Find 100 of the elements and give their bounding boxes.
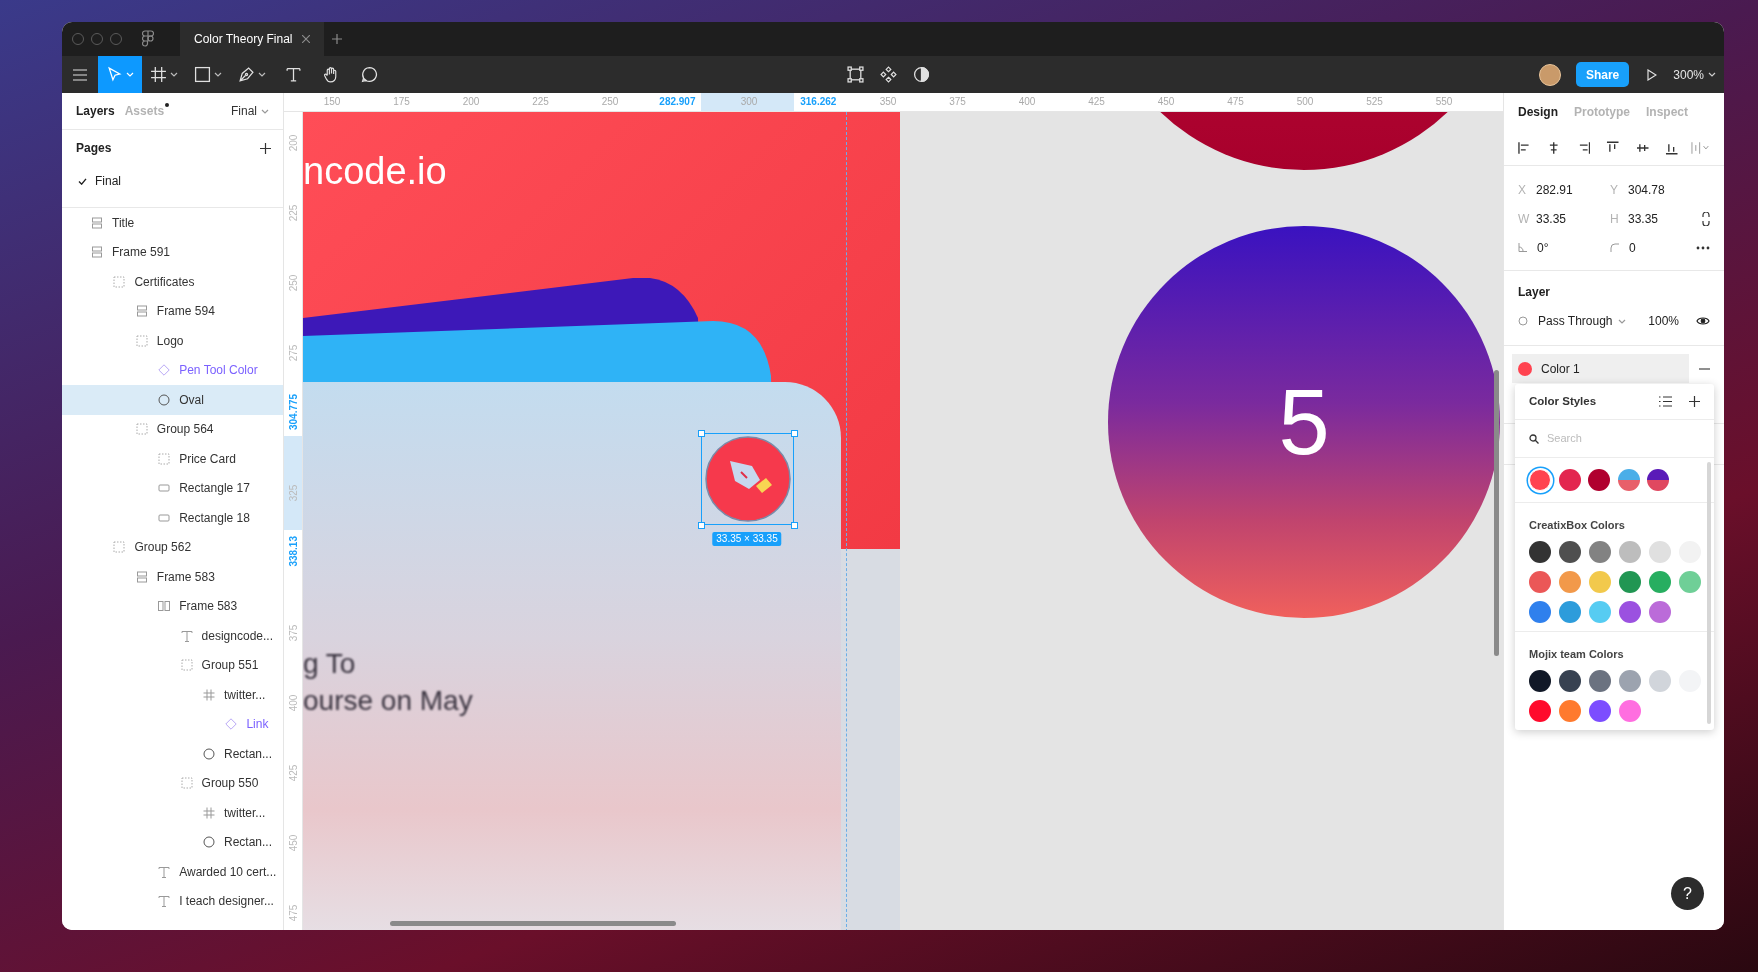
color-swatch[interactable] [1648, 670, 1671, 692]
resize-handle[interactable] [698, 522, 705, 529]
rotation-field[interactable]: 0° [1518, 233, 1610, 262]
fill-style-row[interactable]: Color 1 [1512, 354, 1689, 383]
color-swatch[interactable] [1645, 467, 1671, 493]
corner-radius-field[interactable]: 0 [1610, 233, 1686, 262]
align-icon[interactable] [1606, 140, 1620, 155]
color-swatch[interactable] [1586, 467, 1612, 493]
color-swatch[interactable] [1648, 541, 1671, 563]
layer-row[interactable]: designcode... [62, 621, 283, 651]
color-swatch[interactable] [1558, 670, 1581, 692]
color-swatch[interactable] [1529, 571, 1551, 593]
color-swatch[interactable] [1648, 571, 1671, 593]
more-icon[interactable] [1696, 245, 1710, 250]
ruler-label: 325 [287, 484, 300, 502]
layer-row[interactable]: Logo [62, 326, 283, 356]
number-field[interactable]: W 33.35 [1518, 204, 1610, 233]
section-title: Pages [76, 140, 112, 157]
close-icon[interactable] [302, 35, 311, 43]
number-field[interactable]: H 33.35 [1610, 204, 1686, 233]
layer-row[interactable]: Oval [62, 385, 283, 415]
layer-row[interactable]: Rectangle 17 [62, 473, 283, 503]
color-swatch[interactable] [1618, 700, 1641, 722]
color-swatch[interactable] [1557, 467, 1582, 493]
layer-row[interactable]: Link [62, 709, 283, 739]
color-swatch[interactable] [1588, 700, 1611, 722]
layer-row[interactable]: Frame 583 [62, 591, 283, 621]
color-swatch[interactable] [1616, 467, 1641, 493]
color-swatch[interactable] [1618, 601, 1641, 623]
color-swatch[interactable] [1558, 571, 1581, 593]
constrain-proportions-icon[interactable] [1702, 211, 1710, 226]
layer-row[interactable]: Price Card [62, 444, 283, 474]
four-diamonds-icon[interactable] [880, 66, 897, 83]
resize-handle[interactable] [791, 522, 798, 529]
page-selector[interactable]: Final [231, 102, 269, 120]
layer-row[interactable]: Awarded 10 cert... [62, 857, 283, 887]
add-icon[interactable] [260, 142, 271, 154]
layer-row[interactable]: Certificates [62, 267, 283, 297]
blend-mode-dropdown[interactable]: Pass Through [1538, 312, 1626, 330]
ruler-label: 475 [287, 904, 300, 922]
align-icon[interactable] [1518, 140, 1532, 155]
layer-row[interactable]: Rectan... [62, 827, 283, 857]
color-swatch[interactable] [1529, 541, 1551, 563]
layer-row[interactable]: Group 551 [62, 650, 283, 680]
number-field[interactable]: X 282.91 [1518, 175, 1610, 204]
layer-row[interactable]: Title [62, 208, 283, 238]
add-icon[interactable] [1689, 396, 1700, 407]
color-swatch[interactable] [1558, 700, 1581, 722]
color-swatch[interactable] [1558, 601, 1581, 623]
opacity-value[interactable]: 100% [1648, 312, 1679, 330]
layer-row[interactable]: Group 564 [62, 414, 283, 444]
search-field[interactable]: Search [1547, 430, 1687, 447]
avatar[interactable] [1538, 63, 1561, 86]
menu-icon[interactable] [73, 68, 87, 81]
color-swatch[interactable] [1678, 571, 1701, 593]
layer-row[interactable]: twitter... [62, 798, 283, 828]
layer-row[interactable]: Group 550 [62, 768, 283, 798]
document-tab[interactable]: Color Theory Final [180, 22, 325, 56]
color-swatch[interactable] [1529, 601, 1551, 623]
logo-icon[interactable] [142, 30, 154, 48]
remove-icon[interactable] [1699, 367, 1710, 370]
layer-row[interactable]: Frame 594 [62, 296, 283, 326]
layer-row[interactable]: Frame 583 [62, 562, 283, 592]
color-swatch[interactable] [1529, 670, 1551, 692]
color-swatch[interactable] [1618, 541, 1641, 563]
resize-handle[interactable] [698, 430, 705, 437]
color-swatch[interactable] [1527, 467, 1553, 493]
page-item[interactable]: Final [76, 166, 269, 196]
bounding-box-icon[interactable] [847, 66, 864, 83]
color-swatch[interactable] [1588, 670, 1611, 692]
color-swatch[interactable] [1588, 541, 1611, 563]
list-view-icon[interactable] [1659, 396, 1672, 407]
color-swatch[interactable] [1529, 700, 1551, 722]
ruler-label: 450 [287, 834, 300, 852]
layer-row[interactable]: Group 562 [62, 532, 283, 562]
color-swatch[interactable] [1558, 541, 1581, 563]
eye-icon[interactable] [1696, 316, 1710, 326]
align-icon[interactable] [1547, 140, 1561, 155]
distribute-icon[interactable] [1690, 140, 1711, 155]
number-field[interactable]: Y 304.78 [1610, 175, 1686, 204]
layer-row[interactable]: Pen Tool Color [62, 355, 283, 385]
add-tab-icon[interactable] [332, 34, 343, 44]
color-swatch[interactable] [1648, 601, 1671, 623]
color-swatch[interactable] [1588, 571, 1611, 593]
color-swatch[interactable] [1618, 670, 1641, 692]
layer-row[interactable]: twitter... [62, 680, 283, 710]
color-swatch[interactable] [1618, 571, 1641, 593]
zoom-dropdown[interactable]: 300% [1673, 65, 1716, 84]
layer-row[interactable]: I teach designer... [62, 886, 283, 916]
play-icon[interactable] [1647, 68, 1658, 81]
panel-tab[interactable]: Design [1518, 102, 1558, 121]
panel-tab[interactable]: Layers [76, 102, 115, 120]
layer-row[interactable]: Rectangle 18 [62, 503, 283, 533]
layer-row[interactable]: Rectan... [62, 739, 283, 769]
color-swatch[interactable] [1588, 601, 1611, 623]
layer-row[interactable]: Frame 591 [62, 237, 283, 267]
help-button[interactable]: ? [1671, 877, 1704, 910]
resize-handle[interactable] [791, 430, 798, 437]
half-circle-icon[interactable] [913, 66, 930, 83]
circle-icon [203, 836, 215, 849]
